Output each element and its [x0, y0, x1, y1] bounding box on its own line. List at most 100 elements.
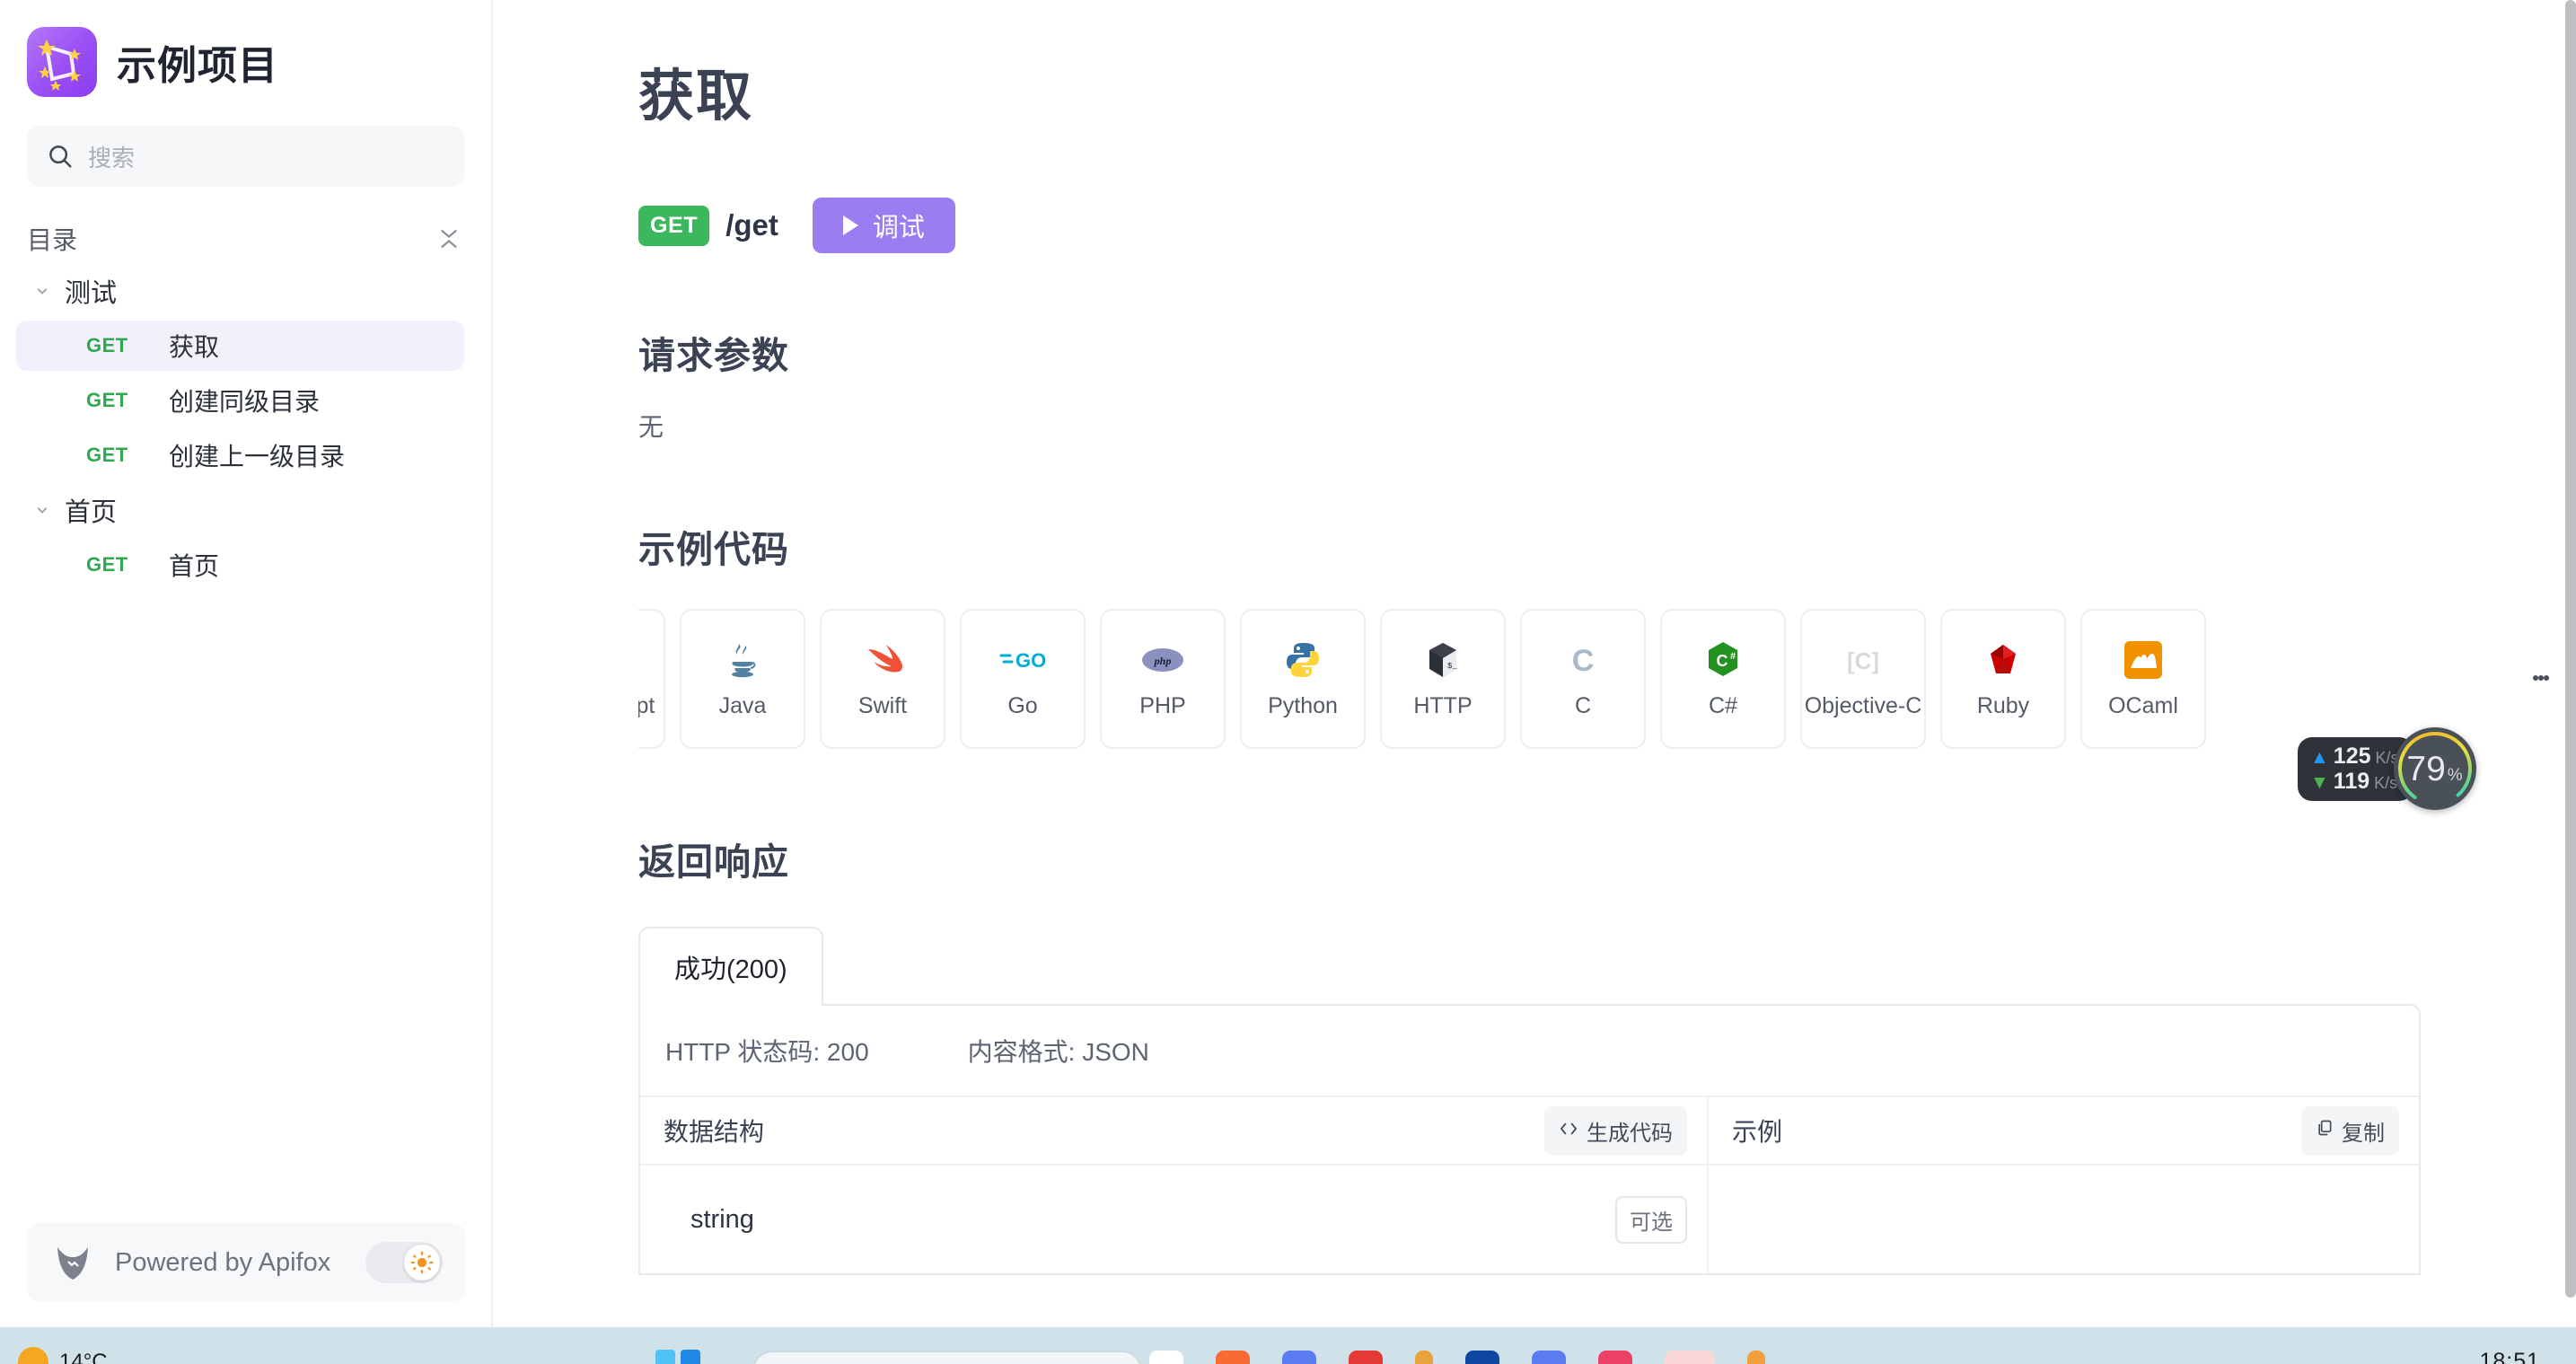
taskbar-search-pill[interactable]	[754, 1352, 1140, 1364]
lang-card-php[interactable]: php PHP	[1100, 609, 1226, 749]
chevron-down-icon[interactable]	[32, 281, 52, 301]
taskbar-clock[interactable]: 18:51	[2479, 1349, 2540, 1364]
search-icon	[47, 143, 74, 170]
php-icon: php	[1141, 639, 1184, 681]
taskbar-icon-8[interactable]	[1598, 1351, 1632, 1364]
nav-group-test[interactable]: 测试	[0, 266, 491, 316]
taskbar-icon-3[interactable]	[1282, 1351, 1316, 1364]
taskbar-icon-10[interactable]	[1747, 1351, 1765, 1364]
ruby-icon	[1985, 639, 2021, 681]
sidebar-item-create-sibling-dir[interactable]: GET 创建同级目录	[16, 375, 464, 426]
java-icon	[725, 639, 760, 681]
lang-card-csharp[interactable]: C # C#	[1660, 609, 1786, 749]
code-samples-title: 示例代码	[638, 529, 789, 570]
generate-code-label: 生成代码	[1587, 1121, 1673, 1146]
tab-success-200[interactable]: 成功(200)	[638, 927, 823, 1006]
directory-tree: 测试 GET 获取 GET 创建同级目录 GET 创建上一级目录 首页 GET …	[0, 266, 491, 590]
example-header-label: 示例	[1732, 1118, 1783, 1146]
taskbar-icon-a[interactable]	[655, 1350, 675, 1364]
response-panel: HTTP 状态码: 200 内容格式: JSON 数据结构 生成代码 strin…	[638, 1004, 2421, 1275]
taskbar-icon-b[interactable]	[681, 1350, 700, 1364]
taskbar[interactable]: 14°C 18:51	[0, 1327, 2576, 1364]
sidebar-item-create-parent-dir[interactable]: GET 创建上一级目录	[16, 430, 464, 480]
lang-label: Python	[1268, 692, 1338, 718]
taskbar-icon-9[interactable]	[1665, 1351, 1715, 1364]
lang-card-objective-c[interactable]: [C] Objective-C	[1800, 609, 1926, 749]
sidebar-item-label: 创建上一级目录	[169, 443, 346, 471]
lang-card-swift[interactable]: Swift	[820, 609, 945, 749]
method-label: GET	[86, 553, 128, 576]
taskbar-icon-7[interactable]	[1532, 1351, 1566, 1364]
svg-text:[C]: [C]	[1847, 647, 1879, 674]
endpoint-bar: GET /get 调试	[638, 198, 2576, 253]
search-input[interactable]: 搜索	[27, 126, 464, 187]
taskbar-icon-5[interactable]	[1415, 1351, 1433, 1364]
sidebar-item-label: 创建同级目录	[169, 388, 321, 416]
directory-header: 目录	[27, 221, 464, 257]
copy-button[interactable]: 复制	[2301, 1105, 2399, 1156]
play-icon	[842, 216, 858, 235]
taskbar-icon-2[interactable]	[1216, 1351, 1250, 1364]
arrow-down-icon: ▼	[2310, 771, 2329, 793]
method-badge: GET	[638, 205, 710, 246]
taskbar-icon-4[interactable]	[1349, 1351, 1383, 1364]
kebab-menu-icon[interactable]	[2519, 656, 2563, 700]
lang-card-ruby[interactable]: Ruby	[1940, 609, 2066, 749]
method-label: GET	[86, 444, 128, 466]
lang-card-python[interactable]: Python	[1240, 609, 1366, 749]
download-value: 119	[2333, 768, 2370, 794]
lang-card-c[interactable]: C C	[1520, 609, 1646, 749]
debug-button[interactable]: 调试	[812, 198, 955, 253]
schema-row: string 可选	[640, 1166, 1707, 1273]
response-meta: HTTP 状态码: 200 内容格式: JSON	[640, 1006, 2419, 1097]
page-scrollbar[interactable]	[2565, 0, 2576, 1298]
dot	[2544, 675, 2549, 681]
sidebar-item-get-huoqu[interactable]: GET 获取	[16, 321, 464, 371]
chevron-down-icon[interactable]	[32, 500, 52, 520]
taskbar-icon-1[interactable]	[1149, 1351, 1183, 1364]
language-carousel[interactable]: JS JavaScript	[638, 609, 2576, 749]
generate-code-button[interactable]: 生成代码	[1544, 1105, 1687, 1156]
lang-label: Ruby	[1976, 692, 2030, 718]
network-monitor-widget[interactable]: ▲ 125 K/s ▼ 119 K/s 79 %	[2298, 727, 2476, 810]
desktop-root: 示例项目 搜索 目录 测试 GET 获取 GET 创建同级目录 GET 创建上一…	[0, 0, 2576, 1364]
taskbar-icon-6[interactable]	[1465, 1351, 1499, 1364]
http-icon: $_	[1425, 639, 1461, 681]
method-label: GET	[86, 389, 128, 411]
search-placeholder: 搜索	[88, 144, 136, 172]
taskbar-app-icons[interactable]	[1149, 1351, 1765, 1364]
lang-card-javascript[interactable]: JS JavaScript	[638, 609, 665, 749]
sidebar-item-home[interactable]: GET 首页	[16, 540, 464, 590]
sidebar-item-label: 首页	[169, 552, 220, 580]
lang-label: HTTP	[1413, 692, 1473, 718]
taskbar-pinned-group[interactable]	[655, 1350, 700, 1364]
main-content: 获取 GET /get 调试 请求参数 无 示例代码 pt Java Swift…	[495, 0, 2576, 1327]
nav-group-home[interactable]: 首页	[0, 485, 491, 535]
response-tabs: 成功(200)	[638, 925, 2576, 1006]
request-params-title: 请求参数	[638, 335, 789, 376]
lang-card-ocaml[interactable]: OCaml	[2080, 609, 2206, 749]
lang-label: Objective-C	[1804, 692, 1922, 718]
collapse-all-icon[interactable]	[434, 224, 464, 254]
csharp-icon: C #	[1705, 639, 1741, 681]
sun-icon	[18, 1347, 48, 1364]
request-params-section: 请求参数 无	[638, 325, 2576, 444]
nav-group-label: 测试	[65, 279, 118, 308]
example-column-header: 示例 复制	[1709, 1097, 2419, 1166]
cpu-usage-ring: 79 %	[2393, 727, 2476, 810]
response-body-grid: 数据结构 生成代码 string 可选 示例 复制	[640, 1097, 2419, 1273]
svg-text:php: php	[1154, 655, 1172, 667]
brand-header: 示例项目	[0, 0, 491, 97]
lang-card-go[interactable]: GO Go	[960, 609, 1086, 749]
taskbar-weather[interactable]: 14°C	[18, 1347, 108, 1364]
lang-card-http[interactable]: $_ HTTP	[1380, 609, 1506, 749]
c-icon: C	[1566, 639, 1600, 681]
ocaml-icon	[2124, 639, 2162, 681]
svg-text:GO: GO	[1015, 649, 1046, 672]
request-params-empty: 无	[638, 413, 664, 441]
lang-label: JavaScript	[638, 692, 655, 718]
http-status-code: HTTP 状态码: 200	[665, 1038, 869, 1066]
theme-toggle[interactable]	[365, 1242, 443, 1283]
lang-card-java[interactable]: Java	[680, 609, 805, 749]
response-title: 返回响应	[638, 841, 789, 883]
